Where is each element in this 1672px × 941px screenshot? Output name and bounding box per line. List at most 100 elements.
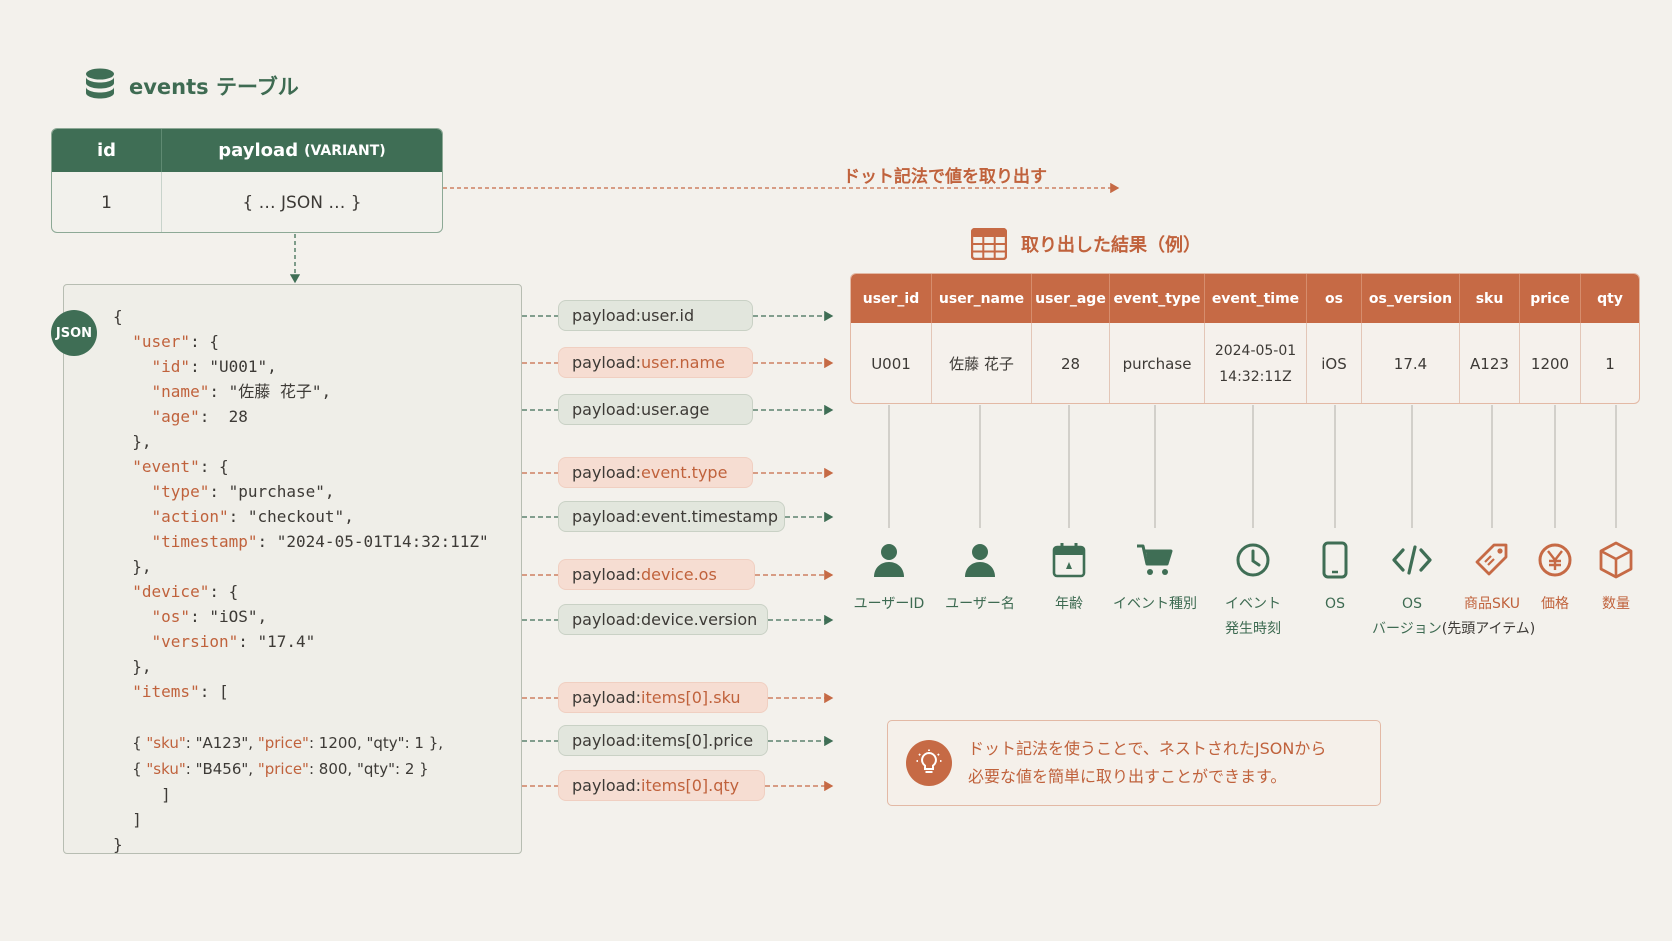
json-badge: JSON xyxy=(51,310,97,356)
pill-prefix: payload: xyxy=(572,353,642,372)
pill-prefix: payload: xyxy=(572,306,642,325)
header-user-age: user_age xyxy=(1032,274,1110,323)
icon-col-qty: 数量 xyxy=(1587,540,1645,617)
tip-note: ドット記法を使うことで、ネストされたJSONから 必要な値を簡単に取り出すことが… xyxy=(887,720,1381,806)
json-value: : "2024-05-01T14:32:11Z" xyxy=(257,532,489,551)
pill-device-version: payload: device.version xyxy=(558,604,768,635)
json-value: : 1200, "qty": 1 }, xyxy=(308,734,444,752)
pill-connectors xyxy=(522,310,834,792)
json-key: "type" xyxy=(151,482,210,501)
pill-items-qty: payload: items[0].qty xyxy=(558,770,765,801)
header-event-time: event_time xyxy=(1205,274,1307,323)
result-table-header: user_id user_name user_age event_type ev… xyxy=(851,274,1639,323)
icon-label: OS xyxy=(1402,596,1422,612)
result-title-label: 取り出した結果（例） xyxy=(1021,235,1201,256)
box-icon xyxy=(1599,541,1633,579)
tag-icon xyxy=(1475,543,1508,576)
result-title: 取り出した結果（例） xyxy=(971,228,1201,260)
json-key: "age" xyxy=(151,407,200,426)
icon-col-event-time: イベント 発生時刻 xyxy=(1213,540,1293,642)
header-qty: qty xyxy=(1597,290,1623,307)
pill-items-sku: payload: items[0].sku xyxy=(558,682,768,713)
tip-line1: ドット記法を使うことで、ネストされたJSONから xyxy=(968,739,1327,758)
table-icon xyxy=(971,228,1007,260)
pill-event-type: payload: event.type xyxy=(558,457,753,488)
col-id-header: id xyxy=(52,129,162,172)
pill-path: user.id xyxy=(641,306,695,325)
header-sku: sku xyxy=(1460,274,1520,323)
pill-path: device.version xyxy=(641,610,758,629)
clock-icon xyxy=(1236,543,1270,577)
json-key: "user" xyxy=(132,332,191,351)
json-key: "price" xyxy=(257,760,309,778)
col-payload-label: payload xyxy=(218,140,299,161)
json-key: "device" xyxy=(132,582,210,601)
json-value: : "17.4" xyxy=(238,632,316,651)
json-value: { xyxy=(132,760,147,778)
pill-user-name: payload: user.name xyxy=(558,347,753,378)
pill-path: user.age xyxy=(641,400,710,419)
pill-prefix: payload: xyxy=(572,610,642,629)
code-line: } xyxy=(113,835,123,854)
icon-col-age: 年齢 xyxy=(1029,540,1109,617)
cell-event-time: 2024-05-01 14:32:11Z xyxy=(1205,323,1307,403)
calendar-icon xyxy=(1052,543,1086,578)
json-value: : "checkout", xyxy=(228,507,354,526)
pill-path: items[0].sku xyxy=(641,688,741,707)
json-value: : { xyxy=(209,582,239,601)
cell-price: 1200 xyxy=(1520,323,1581,403)
pill-user-age: payload: user.age xyxy=(558,394,753,425)
cell-payload: { … JSON … } xyxy=(242,193,362,213)
events-table-header: id payload (VARIANT) xyxy=(52,129,442,172)
header-user-id: user_id xyxy=(851,274,932,323)
events-table-row: 1 { … JSON … } xyxy=(52,172,442,232)
cell-id: 1 xyxy=(52,172,162,232)
lightbulb-icon xyxy=(906,740,952,786)
json-key: "sku" xyxy=(146,734,186,752)
json-value: : "iOS", xyxy=(190,607,268,626)
icon-col-os-version: OS xyxy=(1372,540,1452,617)
icon-label: ユーザー名 xyxy=(945,596,1015,612)
json-value: : { xyxy=(199,457,229,476)
cell-user-name: 佐藤 花子 xyxy=(932,323,1032,403)
pill-prefix: payload: xyxy=(572,776,642,795)
pill-prefix: payload: xyxy=(572,463,642,482)
sku-subtext: (先頭アイテム) xyxy=(1441,621,1536,637)
dot-notation-label: ドット記法で値を取り出す xyxy=(843,167,1047,187)
events-table: id payload (VARIANT) 1 { … JSON … } xyxy=(51,128,443,233)
event-time-date: 2024-05-01 xyxy=(1214,343,1297,359)
icon-col-os: OS xyxy=(1305,540,1365,617)
cell-os-version: 17.4 xyxy=(1362,323,1460,403)
pill-user-id: payload: user.id xyxy=(558,300,753,331)
json-value: : "purchase", xyxy=(209,482,335,501)
pill-prefix: payload: xyxy=(572,400,642,419)
cell-qty: 1 xyxy=(1605,355,1615,373)
header-user-name: user_name xyxy=(932,274,1032,323)
header-os: os xyxy=(1307,274,1362,323)
user-icon xyxy=(965,544,995,577)
json-value: : [ xyxy=(199,682,229,701)
tip-text: ドット記法を使うことで、ネストされたJSONから 必要な値を簡単に取り出すことが… xyxy=(968,735,1326,791)
pill-path: user.name xyxy=(641,353,725,372)
icon-label: OS xyxy=(1325,596,1345,612)
os-version-subtext: バージョン xyxy=(1372,621,1442,637)
icon-col-user-id: ユーザーID xyxy=(849,540,929,617)
code-icon xyxy=(1392,545,1432,575)
icon-label: 価格 xyxy=(1541,596,1569,612)
pill-prefix: payload: xyxy=(572,688,642,707)
pill-prefix: payload: xyxy=(572,565,642,584)
json-value: : "A123", xyxy=(185,734,258,752)
code-line: }, xyxy=(132,557,152,576)
result-table: user_id user_name user_age event_type ev… xyxy=(850,273,1640,404)
tip-line2: 必要な値を簡単に取り出すことができます。 xyxy=(968,767,1287,786)
icon-label: 商品SKU xyxy=(1464,596,1520,612)
json-key: "items" xyxy=(132,682,200,701)
icon-col-user-name: ユーザー名 xyxy=(940,540,1020,617)
json-value: : 800, "qty": 2 } xyxy=(308,760,429,778)
pill-prefix: payload: xyxy=(572,731,642,750)
code-line: { xyxy=(113,307,123,326)
json-key: "id" xyxy=(151,357,191,376)
pill-path: device.os xyxy=(641,565,717,584)
database-icon xyxy=(86,68,114,99)
code-line: }, xyxy=(132,432,152,451)
